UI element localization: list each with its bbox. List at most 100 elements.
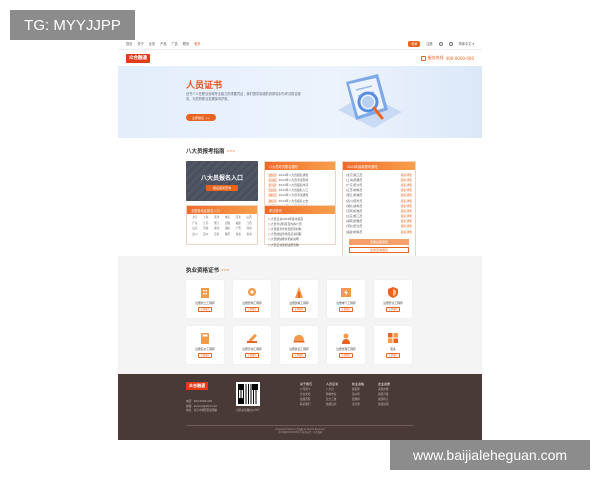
certificate-illustration-icon bbox=[338, 74, 402, 128]
nav-link[interactable]: 首页 bbox=[126, 41, 132, 46]
notice-text: 2024年八大员报名公告 bbox=[278, 198, 309, 203]
footer-link[interactable]: 资质延期 bbox=[378, 402, 390, 407]
region-link[interactable]: 青海 bbox=[244, 233, 254, 238]
region-link[interactable]: 四川 bbox=[190, 233, 200, 238]
region-link[interactable]: 江西 bbox=[244, 222, 254, 227]
region-link[interactable]: 天津 bbox=[212, 216, 222, 221]
latest-notice-link[interactable]: 报名通知 bbox=[401, 183, 412, 187]
notice-region-tag: [浙江] bbox=[268, 193, 277, 198]
region-link[interactable]: 河北 bbox=[233, 216, 243, 221]
latest-notice-text: [上海]质量员 bbox=[346, 177, 363, 182]
region-link[interactable]: 北京 bbox=[190, 216, 200, 221]
certificate-card[interactable]: 注册建造工程师 立即报名 bbox=[280, 326, 318, 364]
certificate-apply-button[interactable]: 立即报名 bbox=[245, 307, 259, 312]
footer-link[interactable]: 技能证书 bbox=[326, 402, 338, 407]
latest-notice-link[interactable]: 报名通知 bbox=[401, 178, 412, 182]
latest-notice-link[interactable]: 报名通知 bbox=[401, 204, 412, 208]
region-link[interactable]: 贵州 bbox=[201, 233, 211, 238]
certificate-apply-button[interactable]: 立即报名 bbox=[386, 307, 400, 312]
register-link[interactable]: 注册 bbox=[426, 41, 432, 46]
certificate-card[interactable]: 注册安全工程师 立即报名 bbox=[374, 280, 412, 318]
region-link[interactable]: 云南 bbox=[212, 233, 222, 238]
language-select[interactable]: 简体中文 ▾ bbox=[459, 41, 474, 46]
pencil-ruler-icon bbox=[247, 333, 257, 343]
certificate-apply-button[interactable]: 立即报名 bbox=[292, 353, 306, 358]
certificate-card[interactable]: 注册监理工程师 立即报名 bbox=[327, 326, 365, 364]
news-text: 八大员报考条件及所需材料 bbox=[268, 226, 302, 231]
footer-link[interactable]: 联系我们 bbox=[300, 402, 312, 407]
certificates-more-link[interactable]: >>> bbox=[221, 268, 230, 272]
certificate-card[interactable]: 注册建筑工程师 立即报名 bbox=[280, 280, 318, 318]
helmet-icon bbox=[293, 335, 305, 343]
latest-notice-link[interactable]: 报名通知 bbox=[401, 230, 412, 234]
electric-icon bbox=[341, 288, 351, 297]
region-link[interactable]: 江苏 bbox=[201, 222, 211, 227]
view-all-button[interactable]: 查看全部通知 bbox=[349, 239, 409, 246]
certificate-apply-button[interactable]: 立即报名 bbox=[198, 353, 212, 358]
guide-more-link[interactable]: >>> bbox=[227, 149, 236, 153]
nav-link[interactable]: 联系 bbox=[183, 41, 189, 46]
refresh-icon[interactable] bbox=[438, 41, 443, 46]
region-link[interactable]: 湖北 bbox=[212, 227, 222, 232]
certificate-apply-button[interactable]: 立即报名 bbox=[386, 353, 400, 358]
phone-icon bbox=[420, 55, 426, 61]
nav-link[interactable]: 更多 bbox=[194, 41, 200, 46]
region-link[interactable]: 广西 bbox=[233, 227, 243, 232]
certificate-apply-button[interactable]: 立即报名 bbox=[339, 353, 353, 358]
nav-link[interactable]: 广告 bbox=[172, 41, 178, 46]
certificate-card[interactable]: 注册咨询工程师 立即报名 bbox=[233, 326, 271, 364]
notice-region-tag: [四川] bbox=[268, 198, 277, 203]
latest-notice-link[interactable]: 报名通知 bbox=[401, 188, 412, 192]
certificate-card[interactable]: 注册造价工程师 立即报名 bbox=[186, 326, 224, 364]
region-link[interactable]: 福建 bbox=[233, 222, 243, 227]
latest-notice-title: 2024年最新报考通知 bbox=[343, 162, 415, 170]
latest-notice-link[interactable]: 报名通知 bbox=[401, 173, 412, 177]
region-link[interactable]: 湖南 bbox=[222, 227, 232, 232]
certificates-section: 执业资格证书 >>> 注册岩土工程师 立即报名 注册结构工程师 立即报名 注册建筑工程师立… bbox=[118, 256, 482, 374]
certificate-apply-button[interactable]: 立即报名 bbox=[292, 307, 306, 312]
latest-notice-item[interactable]: [福建]材料员 报名通知 bbox=[346, 229, 412, 234]
hero-cta-button[interactable]: 立即报名 >> bbox=[186, 114, 216, 121]
certificate-card[interactable]: 注册电气工程师 立即报名 bbox=[327, 280, 365, 318]
tower-icon bbox=[295, 287, 303, 298]
latest-notice-link[interactable]: 报名通知 bbox=[401, 209, 412, 213]
region-link[interactable]: 山西 bbox=[244, 216, 254, 221]
entry-button[interactable]: 报名报考查询 bbox=[206, 185, 238, 191]
nav-link[interactable]: 产品 bbox=[160, 41, 166, 46]
footer-logo[interactable]: 众合融通 bbox=[186, 382, 208, 390]
certificate-apply-button[interactable]: 立即报名 bbox=[198, 307, 212, 312]
latest-notice-text: [福建]材料员 bbox=[346, 229, 363, 234]
region-link[interactable]: 浙江 bbox=[212, 222, 222, 227]
region-link[interactable]: 安徽 bbox=[222, 222, 232, 227]
region-link[interactable]: 陕西 bbox=[222, 233, 232, 238]
latest-notice-link[interactable]: 报名通知 bbox=[401, 214, 412, 218]
region-link[interactable]: 海南 bbox=[244, 227, 254, 232]
latest-notice-text: [山东]施工员 bbox=[346, 214, 363, 219]
latest-notice-link[interactable]: 报名通知 bbox=[401, 199, 412, 203]
footer-link[interactable]: 安全师 bbox=[352, 402, 364, 407]
icp-record: 京ICP备00000000号-1 技术支持：众合融通 bbox=[278, 431, 322, 435]
region-link[interactable]: 上海 bbox=[201, 216, 211, 221]
nav-link[interactable]: 关于 bbox=[137, 41, 143, 46]
nav-link[interactable]: 业务 bbox=[149, 41, 155, 46]
region-link[interactable]: 重庆 bbox=[222, 216, 232, 221]
region-link[interactable]: 河南 bbox=[201, 227, 211, 232]
hotline: 服务热线 400-0000-000 bbox=[420, 55, 474, 61]
region-link[interactable]: 广东 bbox=[190, 222, 200, 227]
certificate-card[interactable]: 更多 立即报名 bbox=[374, 326, 412, 364]
region-link[interactable]: 山东 bbox=[190, 227, 200, 232]
region-link[interactable]: 甘肃 bbox=[233, 233, 243, 238]
certificate-card[interactable]: 注册岩土工程师 立即报名 bbox=[186, 280, 224, 318]
certificate-card[interactable]: 注册结构工程师 立即报名 bbox=[233, 280, 271, 318]
news-item[interactable]: 八大员证书延期注册流程 bbox=[268, 242, 332, 247]
certificate-apply-button[interactable]: 立即报名 bbox=[245, 353, 259, 358]
latest-notice-link[interactable]: 报名通知 bbox=[401, 224, 412, 228]
latest-notice-link[interactable]: 报名通知 bbox=[401, 193, 412, 197]
login-pill[interactable]: 登录 bbox=[408, 40, 421, 47]
user-icon[interactable] bbox=[448, 41, 453, 46]
latest-notice-link[interactable]: 报名通知 bbox=[401, 219, 412, 223]
certificate-apply-button[interactable]: 立即报名 bbox=[339, 307, 353, 312]
registration-entry-banner[interactable]: 八大员报名入口 报名报考查询 bbox=[186, 161, 258, 201]
consult-button[interactable]: 在线咨询报名 bbox=[349, 247, 409, 254]
site-logo[interactable]: 众合融通 bbox=[126, 53, 150, 63]
